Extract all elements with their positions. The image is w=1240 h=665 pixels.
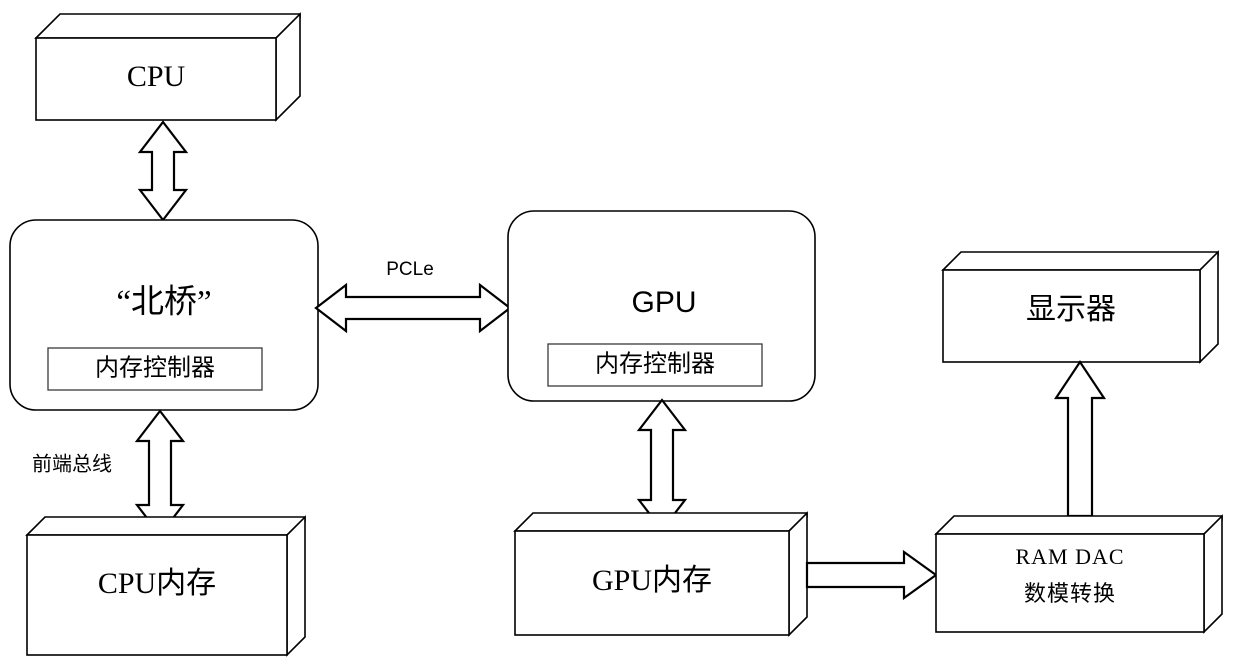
node-gpu[interactable]: GPU 内存控制器	[507, 210, 816, 402]
cpu-northbridge-arrow	[137, 120, 189, 222]
ramdac-side-face	[1203, 514, 1223, 634]
node-cpu-memory[interactable]: CPU内存	[25, 515, 306, 657]
ramdac-monitor-arrow	[1053, 360, 1107, 518]
gpu-memory-controller-label: 内存控制器	[595, 351, 715, 378]
front-side-bus-label: 前端总线	[32, 453, 112, 476]
edge-gpu-memory-ramdac[interactable]	[805, 549, 938, 601]
node-monitor[interactable]: 显示器	[941, 250, 1219, 364]
node-cpu[interactable]: CPU	[34, 12, 301, 122]
cpu-top-face	[34, 13, 301, 39]
pcie-arrow	[314, 282, 512, 334]
ramdac-label-line1: RAM DAC	[1015, 544, 1124, 569]
cpu-memory-top-face	[25, 516, 306, 536]
gpu-gpu-memory-arrow	[636, 398, 688, 532]
gpu-memory-ramdac-arrow	[805, 549, 938, 601]
pcie-label: PCLe	[386, 259, 434, 280]
ramdac-label-line2: 数模转换	[1024, 581, 1116, 606]
monitor-label: 显示器	[1026, 293, 1116, 326]
monitor-side-face	[1199, 250, 1219, 364]
edge-northbridge-gpu[interactable]: PCLe	[314, 259, 512, 334]
northbridge-memory-controller-label: 内存控制器	[95, 355, 215, 382]
northbridge-label: “北桥”	[116, 284, 211, 321]
cpu-label: CPU	[127, 60, 186, 93]
gpu-label: GPU	[631, 286, 696, 319]
cpu-memory-label: CPU内存	[98, 567, 216, 600]
edge-gpu-gpu-memory[interactable]	[636, 398, 688, 532]
gpu-memory-side-face	[788, 511, 808, 637]
diagram-canvas: CPU “北桥” 内存控制器 PCLe GPU 内存控制器 显示器 前端总线 C…	[0, 0, 1240, 665]
monitor-top-face	[941, 251, 1219, 271]
ramdac-top-face	[934, 515, 1223, 535]
cpu-memory-side-face	[286, 515, 306, 657]
architecture-diagram: CPU “北桥” 内存控制器 PCLe GPU 内存控制器 显示器 前端总线 C…	[9, 12, 1223, 657]
node-northbridge[interactable]: “北桥” 内存控制器	[9, 219, 319, 411]
node-ramdac[interactable]: RAM DAC 数模转换	[934, 514, 1223, 634]
gpu-memory-label: GPU内存	[592, 564, 712, 597]
gpu-memory-top-face	[513, 512, 808, 532]
edge-cpu-northbridge[interactable]	[137, 120, 189, 222]
edge-ramdac-monitor[interactable]	[1053, 360, 1107, 518]
node-gpu-memory[interactable]: GPU内存	[513, 511, 808, 637]
